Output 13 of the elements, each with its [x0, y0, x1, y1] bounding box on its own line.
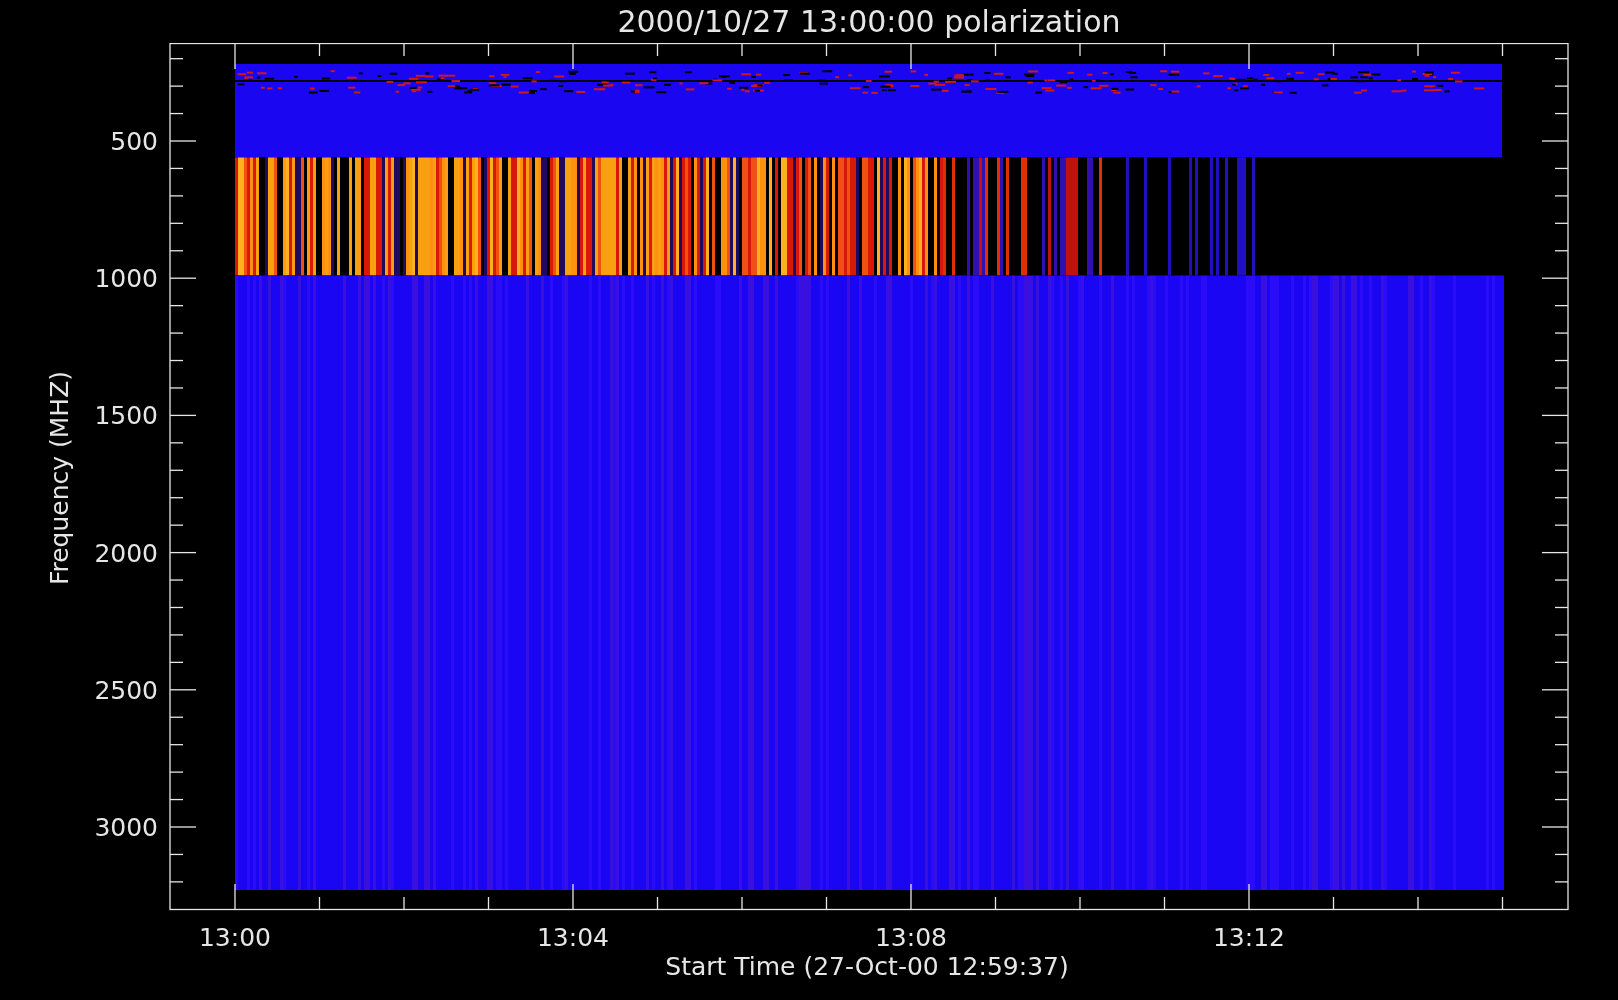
y-tick-label: 500 — [110, 127, 158, 156]
y-tick-label: 2500 — [94, 675, 158, 705]
y-axis-label: Frequency (MHZ) — [45, 370, 74, 586]
y-tick-label: 1000 — [94, 264, 158, 294]
y-tick-label: 2000 — [94, 538, 158, 568]
x-tick-label: 13:08 — [875, 923, 947, 952]
x-tick-label: 13:00 — [199, 923, 271, 952]
y-tick-label: 1500 — [94, 401, 158, 431]
x-axis-label: Start Time (27-Oct-00 12:59:37) — [665, 952, 1069, 981]
y-tick-label: 3000 — [94, 813, 158, 842]
x-tick-label: 13:04 — [537, 923, 609, 952]
plot-title: 2000/10/27 13:00:00 polarization — [617, 4, 1121, 39]
x-tick-label: 13:12 — [1213, 923, 1285, 952]
